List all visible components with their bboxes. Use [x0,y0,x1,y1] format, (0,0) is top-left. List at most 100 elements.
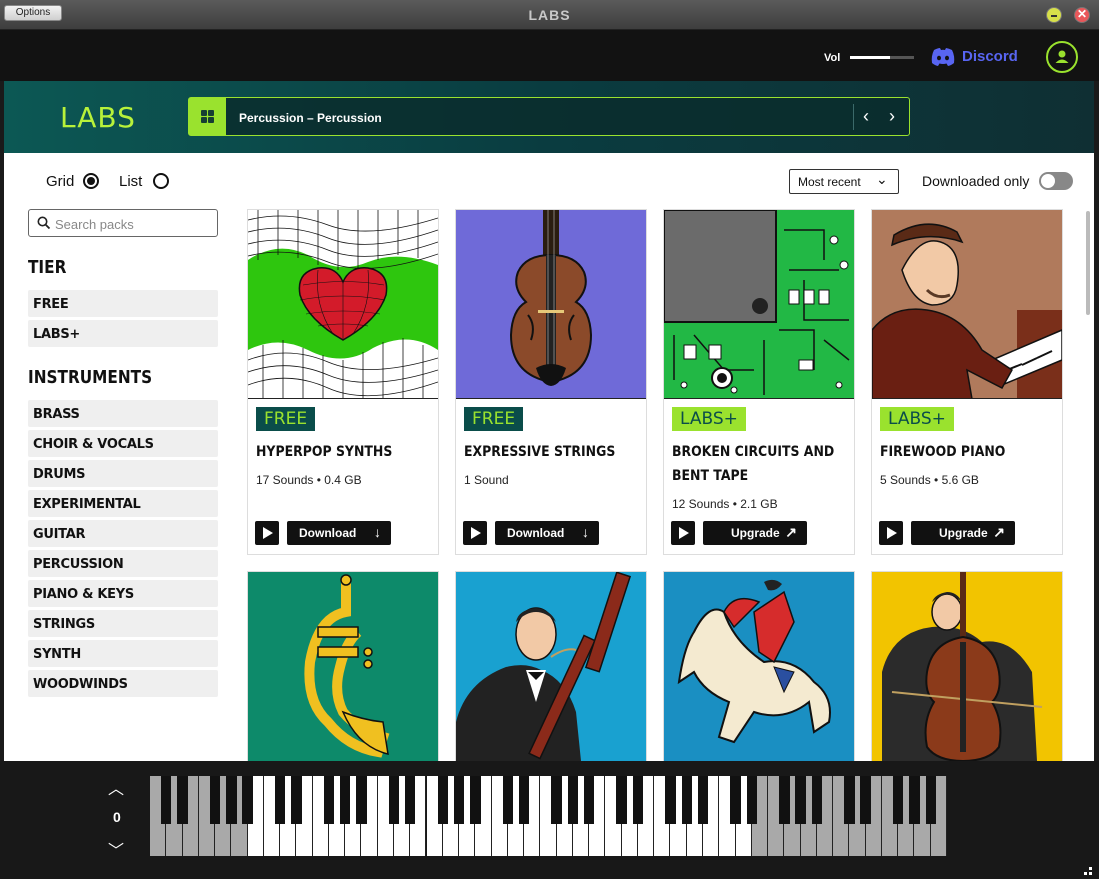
discord-icon[interactable] [930,47,956,67]
black-key[interactable] [161,776,172,824]
resize-grip-icon[interactable] [1079,866,1093,876]
list-view-label[interactable]: List [119,173,142,190]
black-key[interactable] [811,776,823,824]
filter-guitar[interactable]: GUITAR [28,520,218,547]
window-titlebar: Options LABS ✕ [0,0,1099,30]
discord-link[interactable]: Discord [962,48,1018,65]
play-preview-button[interactable] [255,521,279,545]
black-key[interactable] [388,776,400,824]
black-key[interactable] [470,776,481,824]
pack-card[interactable] [663,571,855,761]
black-key[interactable] [697,776,709,824]
pack-card[interactable] [455,571,647,761]
black-key[interactable] [551,776,562,824]
black-key[interactable] [730,776,741,824]
filter-tier-free[interactable]: FREE [28,290,218,317]
black-key[interactable] [860,776,871,824]
black-key[interactable] [274,776,286,824]
play-preview-button[interactable] [879,521,903,545]
black-key[interactable] [567,776,579,824]
pack-artwork-bassoon[interactable] [456,572,646,761]
sort-dropdown[interactable]: Most recent ⌄ [789,169,899,194]
top-bar: Vol Discord [0,30,1099,81]
black-key[interactable] [583,776,595,824]
download-button[interactable]: Download ↓ [495,521,599,545]
close-icon[interactable]: ✕ [1074,7,1090,23]
black-key[interactable] [453,776,465,824]
black-key[interactable] [518,776,530,824]
black-key[interactable] [795,776,806,824]
download-button[interactable]: Download ↓ [287,521,391,545]
search-input[interactable]: Search packs [28,209,218,237]
filter-choir-vocals[interactable]: CHOIR & VOCALS [28,430,218,457]
black-key[interactable] [892,776,904,824]
pack-artwork-pianist[interactable] [872,210,1062,399]
octave-up-icon[interactable]: ︿ [108,775,124,799]
filter-woodwinds[interactable]: WOODWINDS [28,670,218,697]
filter-drums[interactable]: DRUMS [28,460,218,487]
filter-piano-keys[interactable]: PIANO & KEYS [28,580,218,607]
tier-badge: LABS+ [880,407,954,431]
black-key[interactable] [665,776,676,824]
black-key[interactable] [925,776,936,824]
pack-card[interactable] [247,571,439,761]
pack-artwork-circuit[interactable] [664,210,854,399]
chevron-left-icon[interactable]: ‹ [863,106,869,126]
black-key[interactable] [632,776,644,824]
download-label: Download [507,526,565,540]
pack-card[interactable]: FREE EXPRESSIVE STRINGS 1 Sound Download… [455,209,647,555]
black-key[interactable] [405,776,416,824]
volume-slider[interactable] [850,56,914,59]
black-key[interactable] [177,776,188,824]
pack-meta: 12 Sounds • 2.1 GB [672,497,778,511]
black-key[interactable] [616,776,627,824]
play-preview-button[interactable] [463,521,487,545]
piano-keyboard[interactable] [150,776,947,856]
black-key[interactable] [356,776,367,824]
list-view-radio[interactable] [153,173,169,189]
grid-view-radio[interactable] [83,173,99,189]
filter-tier-labs-plus[interactable]: LABS+ [28,320,218,347]
filter-experimental[interactable]: EXPERIMENTAL [28,490,218,517]
grid-view-label[interactable]: Grid [46,173,74,190]
black-key[interactable] [291,776,302,824]
octave-value: 0 [113,809,121,825]
pack-card[interactable]: LABS+ BROKEN CIRCUITS AND BENT TAPE 12 S… [663,209,855,555]
external-arrow-icon: ↗ [785,524,797,540]
downloaded-only-toggle[interactable] [1039,172,1073,190]
black-key[interactable] [226,776,237,824]
pack-artwork-flugelhorn[interactable] [248,572,438,761]
preset-browser-bar[interactable]: Perсussion – Perсussion ‹ › [188,97,910,136]
black-key[interactable] [909,776,920,824]
octave-down-icon[interactable]: ﹀ [108,837,124,861]
pack-card[interactable]: LABS+ FIREWOOD PIANO 5 Sounds • 5.6 GB U… [871,209,1063,555]
black-key[interactable] [681,776,692,824]
pack-card[interactable] [871,571,1063,761]
account-button[interactable] [1046,41,1078,73]
pack-card[interactable]: FREE HYPERPOP SYNTHS 17 Sounds • 0.4 GB … [247,209,439,555]
black-key[interactable] [339,776,351,824]
chevron-right-icon[interactable]: › [889,106,895,126]
scrollbar[interactable] [1086,211,1090,315]
black-key[interactable] [242,776,253,824]
pack-artwork-horse-rider[interactable] [664,572,854,761]
filter-synth[interactable]: SYNTH [28,640,218,667]
pack-artwork-violin[interactable] [456,210,646,399]
filter-percussion[interactable]: PERCUSSION [28,550,218,577]
black-key[interactable] [746,776,758,824]
upgrade-button[interactable]: Upgrade ↗ [703,521,807,545]
black-key[interactable] [437,776,448,824]
play-preview-button[interactable] [671,521,695,545]
upgrade-button[interactable]: Upgrade ↗ [911,521,1015,545]
filter-brass[interactable]: BRASS [28,400,218,427]
grid-icon[interactable] [189,98,226,135]
black-key[interactable] [779,776,790,824]
black-key[interactable] [502,776,514,824]
black-key[interactable] [323,776,335,824]
black-key[interactable] [844,776,855,824]
filter-strings[interactable]: STRINGS [28,610,218,637]
pack-artwork-heart[interactable] [248,210,438,399]
black-key[interactable] [209,776,221,824]
minimize-icon[interactable] [1046,7,1062,23]
pack-artwork-cellist[interactable] [872,572,1062,761]
